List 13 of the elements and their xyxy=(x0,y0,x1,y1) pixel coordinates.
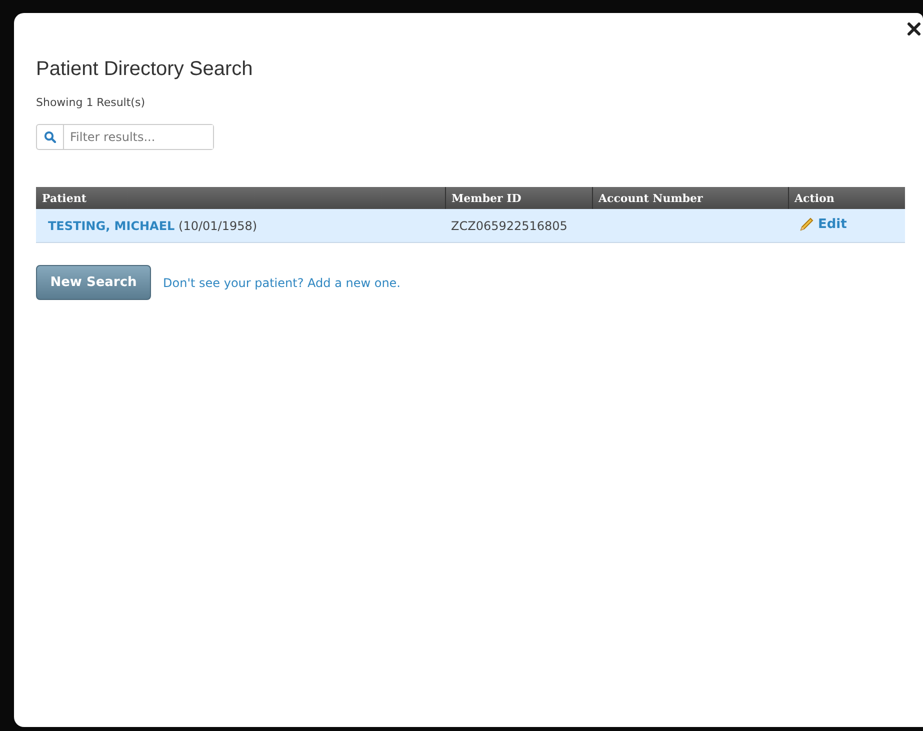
column-header[interactable]: Account Number xyxy=(592,187,788,209)
close-icon[interactable] xyxy=(907,22,921,36)
column-header[interactable]: Action xyxy=(788,187,905,209)
dialog-title: Patient Directory Search xyxy=(36,58,254,81)
search-icon xyxy=(44,131,56,143)
column-header[interactable]: Patient xyxy=(36,187,445,209)
add-patient-link[interactable]: Don't see your patient? Add a new one. xyxy=(163,276,400,290)
filter-field[interactable]: Filter results... xyxy=(36,124,214,150)
member-id: ZCZ065922516805 xyxy=(451,218,568,232)
birth-date: (10/01/1958) xyxy=(178,218,258,232)
result-count: Showing 1 Result(s) xyxy=(36,96,146,109)
pencil-icon xyxy=(799,216,815,232)
column-header[interactable]: Member ID xyxy=(445,187,592,209)
